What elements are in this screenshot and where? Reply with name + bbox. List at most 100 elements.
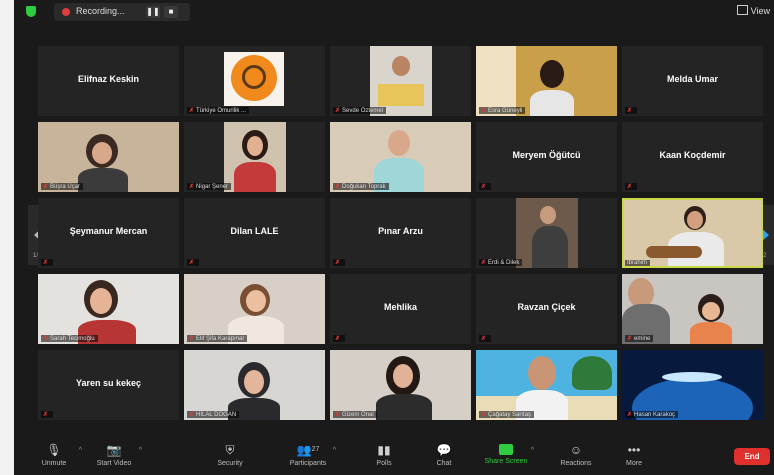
participant-tile[interactable]: ✗ Erdi & Dilek xyxy=(476,198,617,268)
participant-name: Pınar Arzu xyxy=(378,226,423,236)
participant-label: ✗ xyxy=(479,183,492,190)
participant-tile[interactable]: Melda Umar ✗ xyxy=(622,46,763,116)
muted-mic-icon: ✗ xyxy=(627,412,633,418)
participant-tile[interactable]: Elifnaz Keskin xyxy=(38,46,179,116)
wheelchair-icon xyxy=(242,65,266,89)
light-flare xyxy=(662,372,722,382)
view-button[interactable]: View xyxy=(736,5,770,16)
chevron-up-icon[interactable]: ^ xyxy=(531,447,534,454)
security-shield-icon[interactable] xyxy=(26,6,36,17)
chat-bubble-icon: 💬 xyxy=(436,443,452,457)
participant-label: ✗ xyxy=(625,107,638,114)
participant-tile[interactable]: Yaren su kekeç ✗ xyxy=(38,350,179,420)
participant-tile[interactable]: Mehlika ✗ xyxy=(330,274,471,344)
participant-tile[interactable]: Meryem Öğütcü ✗ xyxy=(476,122,617,192)
muted-mic-icon: ✗ xyxy=(481,336,487,342)
participant-label: ✗ xyxy=(187,259,200,266)
participant-label: ✗ Hasan Karakoç xyxy=(625,411,679,418)
start-video-button[interactable]: 📷 Start Video ^ xyxy=(86,441,142,473)
participant-tile[interactable]: Kaan Koçdemir ✗ xyxy=(622,122,763,192)
participant-tile[interactable]: ✗ Esra Güneyli xyxy=(476,46,617,116)
muted-mic-icon: ✗ xyxy=(335,108,341,114)
participant-tile[interactable]: Ravzan Çiçek ✗ xyxy=(476,274,617,344)
person-head xyxy=(687,211,703,229)
polls-button[interactable]: ▮▮ Polls xyxy=(356,441,412,473)
stop-recording-button[interactable]: ■ xyxy=(164,6,178,18)
muted-mic-icon: ✗ xyxy=(627,336,633,342)
participant-label: ✗ Nigar Şener xyxy=(187,183,232,190)
grid-view-icon xyxy=(736,5,748,15)
muted-mic-icon: 🎙 xyxy=(46,443,62,457)
chevron-up-icon[interactable]: ^ xyxy=(333,447,336,454)
person-head xyxy=(392,56,410,76)
participant-tile[interactable]: ✗ emine xyxy=(622,274,763,344)
top-bar: Recording... ❚❚ ■ View xyxy=(14,0,774,24)
participant-tile[interactable]: ✗ Hasan Karakoç xyxy=(622,350,763,420)
participant-tile[interactable]: ✗ Sarah Tecimoğlu xyxy=(38,274,179,344)
chevron-up-icon[interactable]: ^ xyxy=(139,447,142,454)
muted-mic-icon: ✗ xyxy=(43,260,49,266)
participant-label: ✗ emine xyxy=(625,335,654,342)
more-button[interactable]: ••• More xyxy=(606,441,662,473)
recording-dot-icon xyxy=(62,8,70,16)
participant-name: Dilan LALE xyxy=(230,226,279,236)
participant-label: ✗ Erdi & Dilek xyxy=(479,259,523,266)
participant-label: ✗ Doğukan Toprak xyxy=(333,183,389,190)
more-dots-icon: ••• xyxy=(627,443,641,457)
participant-tile[interactable]: Şeymanur Mercan ✗ xyxy=(38,198,179,268)
shield-icon: ⛨ xyxy=(225,443,235,457)
participant-name: Şeymanur Mercan xyxy=(69,226,148,236)
person-body xyxy=(532,226,568,268)
participant-label: ✗ Gizem Önal xyxy=(333,411,377,418)
smiley-add-icon: ☺ xyxy=(569,443,583,457)
gallery-grid: Elifnaz Keskin ✗ Türkiye Omurilik ... ✗ Se… xyxy=(38,46,774,424)
reactions-button[interactable]: ☺ Reactions xyxy=(548,441,604,473)
participant-label: ✗ xyxy=(41,259,54,266)
participant-name: Mehlika xyxy=(383,302,417,312)
guitar xyxy=(646,246,702,258)
person-body xyxy=(376,394,432,420)
participant-tile[interactable]: Pınar Arzu ✗ xyxy=(330,198,471,268)
pause-recording-button[interactable]: ❚❚ xyxy=(146,6,160,18)
participant-tile-active-speaker[interactable]: İbrahim xyxy=(622,198,763,268)
video-off-icon: 📷 xyxy=(106,443,122,457)
share-screen-icon xyxy=(499,444,513,455)
video-feed-window xyxy=(476,46,516,116)
participants-button[interactable]: 👥27 Participants ^ xyxy=(280,441,336,473)
muted-mic-icon: ✗ xyxy=(189,260,195,266)
participant-tile[interactable]: Dilan LALE ✗ xyxy=(184,198,325,268)
person-head xyxy=(90,288,112,314)
participant-tile[interactable]: ✗ Gizem Önal xyxy=(330,350,471,420)
person-body xyxy=(530,90,574,116)
participant-tile[interactable]: ✗ HİLAL DOĞAN xyxy=(184,350,325,420)
participant-name: Melda Umar xyxy=(666,74,719,84)
person-head xyxy=(702,302,720,320)
muted-mic-icon: ✗ xyxy=(43,412,49,418)
unmute-button[interactable]: 🎙 Unmute ^ xyxy=(26,441,82,473)
person-head xyxy=(388,130,410,156)
participant-tile[interactable]: ✗ Nigar Şener xyxy=(184,122,325,192)
participant-tile[interactable]: ✗ Büşra Uçar xyxy=(38,122,179,192)
chevron-up-icon[interactable]: ^ xyxy=(79,447,82,454)
participant-label: ✗ HİLAL DOĞAN xyxy=(187,411,240,418)
person-head xyxy=(244,370,264,394)
participant-tile[interactable]: ✗ Elif Şifa Karapınar xyxy=(184,274,325,344)
participant-name: Ravzan Çiçek xyxy=(517,302,576,312)
chat-button[interactable]: 💬 Chat xyxy=(416,441,472,473)
share-screen-button[interactable]: Share Screen ^ xyxy=(478,441,534,473)
participant-tile[interactable]: ✗ Doğukan Toprak xyxy=(330,122,471,192)
person-head xyxy=(92,142,112,164)
person-head xyxy=(247,136,263,156)
muted-mic-icon: ✗ xyxy=(43,184,49,190)
participant-tile[interactable]: ✗ Türkiye Omurilik ... xyxy=(184,46,325,116)
muted-mic-icon: ✗ xyxy=(627,108,633,114)
participant-label: ✗ Çağatay Sarıtaş xyxy=(479,411,535,418)
palm-tree xyxy=(572,356,612,390)
muted-mic-icon: ✗ xyxy=(481,108,487,114)
security-button[interactable]: ⛨ Security xyxy=(202,441,258,473)
participant-tile[interactable]: ✗ Çağatay Sarıtaş xyxy=(476,350,617,420)
participant-tile[interactable]: ✗ Sevde Öztemel xyxy=(330,46,471,116)
participant-label: ✗ Esra Güneyli xyxy=(479,107,526,114)
participant-name: Meryem Öğütcü xyxy=(512,150,581,160)
end-meeting-button[interactable]: End xyxy=(734,448,770,465)
